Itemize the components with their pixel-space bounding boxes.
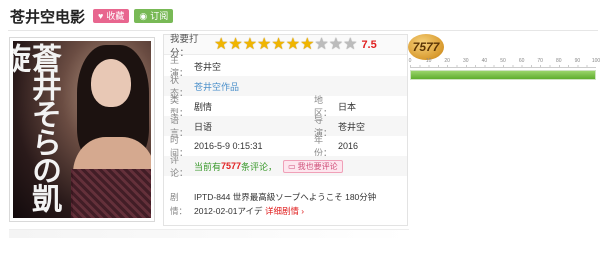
- status-link[interactable]: 苍井空作品: [194, 80, 239, 93]
- status-row: 状态： 苍井空作品: [164, 75, 407, 98]
- heart-icon: ♥: [98, 11, 104, 21]
- write-comment-button[interactable]: ▭ 我也要评论: [283, 159, 343, 173]
- comment-prefix: 当前有: [194, 161, 222, 172]
- movie-info-panel: 我要打分： ★ ★ ★ ★ ★ ★ ★ ★ ★ ★ 7.5 主演： 苍井空 状态： 苍井空作品 类…: [163, 34, 408, 226]
- comment-row: 评论： 当前有 7577 条评论， ▭ 我也要评论: [164, 155, 407, 178]
- favorite-button[interactable]: ♥ 收藏: [93, 9, 130, 23]
- gauge-scale-label: 40: [481, 58, 488, 64]
- comment-label: 评论：: [170, 155, 189, 178]
- comment-suffix: 条评论，: [241, 161, 278, 172]
- popularity-gauge: 7577 0 10 20 30 40 50 60 70 80 90 100: [408, 34, 600, 80]
- time-year-row: 时间： 2016-5-9 0:15:31 年份： 2016: [164, 135, 407, 158]
- poster-image: 蒼井そらの凱旋: [13, 41, 151, 218]
- gauge-scale-label: 60: [518, 58, 525, 64]
- subscribe-button[interactable]: ◉ 订阅: [134, 9, 174, 23]
- gauge-scale-label: 10: [425, 58, 432, 64]
- gauge-scale: 0 10 20 30 40 50 60 70 80 90 100: [408, 58, 600, 68]
- plot-more-link[interactable]: 详细剧情 ›: [265, 206, 304, 216]
- star-icon[interactable]: ★: [243, 36, 257, 53]
- plot-row: 剧情： IPTD-844 世界最高級ソープへようこそ 180分钟 2012-02…: [164, 187, 407, 225]
- star-icon[interactable]: ★: [257, 36, 271, 53]
- language-director-row: 语言： 日语 导演： 苍井空: [164, 115, 407, 138]
- star-icon[interactable]: ★: [214, 36, 228, 53]
- movie-poster[interactable]: 蒼井そらの凱旋: [9, 37, 155, 222]
- write-comment-label: 我也要评论: [297, 161, 338, 171]
- gauge-bar: [410, 70, 596, 80]
- gauge-scale-label: 0: [408, 58, 412, 64]
- actor-value[interactable]: 苍井空: [194, 60, 221, 73]
- gauge-scale-label: 50: [500, 58, 506, 64]
- gauge-scale-label: 70: [537, 58, 543, 64]
- gauge-scale-label: 80: [556, 58, 562, 64]
- gauge-bar-fill: [411, 71, 595, 79]
- star-icon[interactable]: ★: [343, 36, 357, 53]
- page-title: 苍井空电影: [10, 8, 86, 26]
- star-icon[interactable]: ★: [271, 36, 285, 53]
- star-icon[interactable]: ★: [286, 36, 300, 53]
- bottom-divider: [9, 229, 409, 238]
- popularity-badge: 7577: [408, 34, 444, 60]
- year-value[interactable]: 2016: [338, 141, 358, 151]
- type-region-row: 类型： 剧情 地区： 日本: [164, 95, 407, 118]
- gauge-scale-label: 90: [574, 58, 581, 64]
- region-value[interactable]: 日本: [338, 100, 356, 113]
- rating-stars[interactable]: ★ ★ ★ ★ ★ ★ ★ ★ ★ ★: [214, 36, 357, 53]
- director-value[interactable]: 苍井空: [338, 120, 365, 133]
- header-divider: [8, 30, 598, 31]
- star-icon[interactable]: ★: [300, 36, 314, 53]
- language-value[interactable]: 日语: [194, 120, 212, 133]
- actor-row: 主演： 苍井空: [164, 55, 407, 78]
- gauge-scale-label: 30: [463, 58, 469, 64]
- page-header: 苍井空电影 ♥ 收藏 ◉ 订阅: [10, 6, 174, 26]
- type-value[interactable]: 剧情: [194, 100, 212, 113]
- gauge-scale-label: 20: [444, 58, 450, 64]
- rating-score: 7.5: [361, 38, 377, 51]
- star-icon[interactable]: ★: [329, 36, 343, 53]
- plot-label: 剧情：: [170, 192, 188, 216]
- plot-text: IPTD-844 世界最高級ソープへようこそ 180分钟 2012-02-01ア…: [194, 190, 399, 225]
- gauge-scale-label: 100: [591, 58, 600, 64]
- subscribe-label: 订阅: [150, 11, 169, 21]
- time-value: 2016-5-9 0:15:31: [194, 141, 263, 151]
- gauge-ticks: [410, 65, 596, 68]
- star-icon[interactable]: ★: [228, 36, 242, 53]
- rss-icon: ◉: [139, 11, 148, 21]
- star-icon[interactable]: ★: [314, 36, 328, 53]
- comment-icon: ▭: [288, 161, 296, 171]
- poster-title-text: 蒼井そらの凱旋: [13, 43, 61, 211]
- rating-row: 我要打分： ★ ★ ★ ★ ★ ★ ★ ★ ★ ★ 7.5: [164, 34, 407, 59]
- poster-figure-lace: [71, 169, 151, 218]
- favorite-label: 收藏: [106, 11, 125, 21]
- comment-count[interactable]: 7577: [221, 161, 241, 171]
- poster-figure-face: [91, 59, 131, 107]
